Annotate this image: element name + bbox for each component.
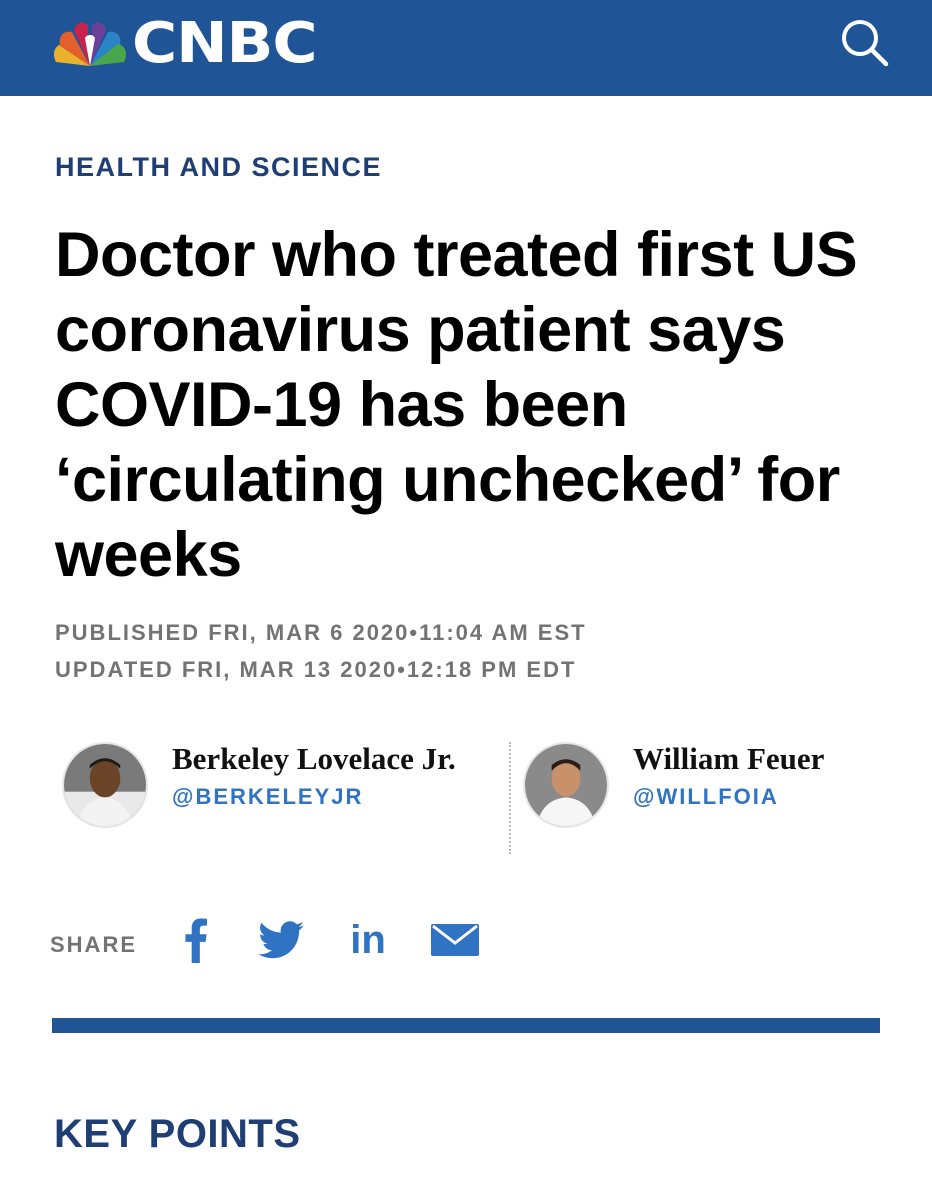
author-handle[interactable]: @WILLFOIA — [633, 784, 824, 810]
cnbc-logo[interactable]: CNBC — [50, 16, 318, 72]
facebook-icon[interactable] — [178, 915, 214, 965]
section-rule — [52, 1018, 880, 1033]
linkedin-icon[interactable]: in — [345, 915, 391, 965]
brand-wordmark: CNBC — [132, 11, 318, 76]
author-name[interactable]: Berkeley Lovelace Jr. — [172, 742, 456, 776]
email-icon[interactable] — [430, 915, 480, 965]
search-icon[interactable] — [836, 14, 892, 70]
peacock-icon — [54, 22, 126, 66]
author-name[interactable]: William Feuer — [633, 742, 824, 776]
site-header: CNBC — [0, 0, 932, 96]
author-card[interactable]: William Feuer @WILLFOIA — [523, 742, 824, 828]
section-label[interactable]: HEALTH AND SCIENCE — [55, 152, 382, 183]
share-label: SHARE — [50, 932, 138, 957]
key-points-heading: KEY POINTS — [54, 1112, 301, 1156]
author-handle[interactable]: @BERKELEYJR — [172, 784, 456, 810]
article-headline: Doctor who treated first US coronavirus … — [55, 220, 858, 590]
updated-date: UPDATED FRI, MAR 13 2020•12:18 PM EDT — [55, 657, 577, 682]
twitter-icon[interactable] — [256, 915, 306, 965]
published-date: PUBLISHED FRI, MAR 6 2020•11:04 AM EST — [55, 620, 587, 645]
author-card[interactable]: Berkeley Lovelace Jr. @BERKELEYJR — [62, 742, 456, 828]
author-divider — [509, 742, 511, 854]
avatar[interactable] — [523, 742, 609, 828]
avatar[interactable] — [62, 742, 148, 828]
